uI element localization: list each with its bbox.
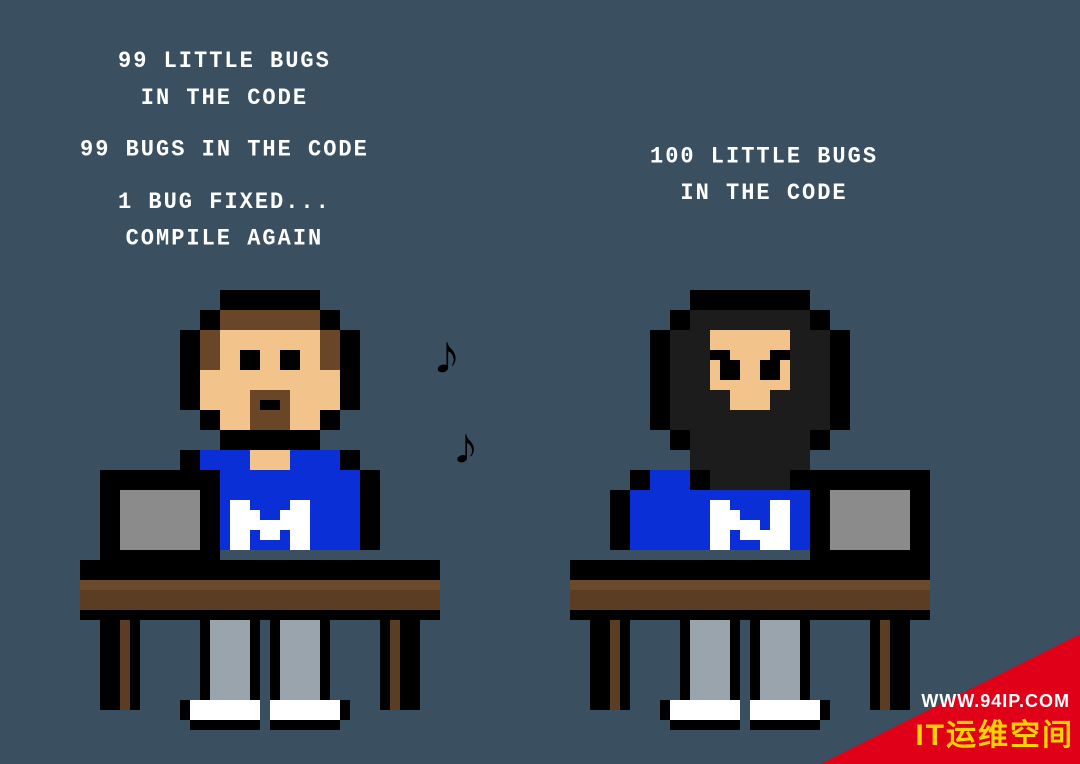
programmer-happy [80,290,440,730]
banner-url: WWW.94IP.COM [921,691,1070,712]
caption-left: 99 LITTLE BUGS IN THE CODE 99 BUGS IN TH… [80,43,369,257]
caption-left-line4: 1 BUG FIXED... [80,183,369,220]
caption-left-line5: COMPILE AGAIN [80,220,369,257]
caption-right-line2: IN THE CODE [650,175,878,212]
caption-right-line1: 100 LITTLE BUGS [650,138,878,175]
caption-left-line3: 99 BUGS IN THE CODE [80,131,369,168]
caption-right: 100 LITTLE BUGS IN THE CODE [650,138,878,212]
banner-site-name: IT运维空间 [915,710,1074,754]
music-note-icon: ♪ [450,420,481,479]
caption-left-line2: IN THE CODE [80,80,369,117]
caption-left-line1: 99 LITTLE BUGS [80,43,369,80]
corner-banner: WWW.94IP.COM IT运维空间 [820,634,1080,764]
